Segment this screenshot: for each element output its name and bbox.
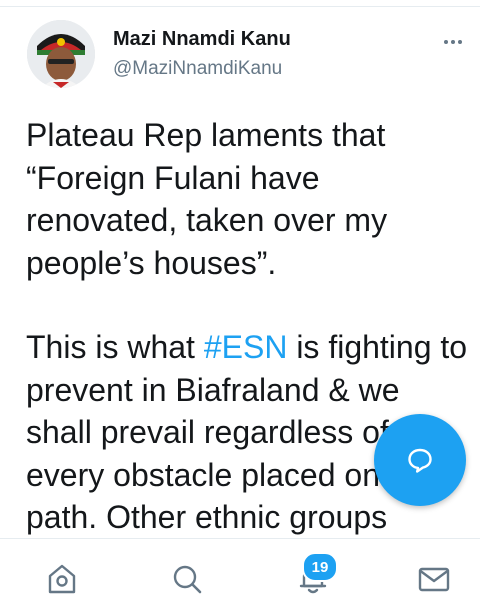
more-dot [458, 40, 462, 44]
bottom-navigation: 19 [0, 538, 480, 616]
compose-reply-icon [408, 448, 432, 473]
home-icon-glyph [48, 564, 76, 594]
more-dot [444, 40, 448, 44]
top-divider [0, 0, 480, 7]
avatar[interactable] [27, 20, 95, 88]
search-icon-glyph [173, 565, 202, 594]
avatar-image [27, 20, 95, 88]
search-icon[interactable] [167, 559, 207, 599]
envelope-icon [418, 567, 450, 592]
more-options-icon[interactable] [438, 30, 468, 54]
home-icon[interactable] [42, 559, 82, 599]
compose-reply-button[interactable] [374, 414, 466, 506]
display-name[interactable]: Mazi Nnamdi Kanu [113, 28, 291, 51]
notifications-badge[interactable]: 19 [302, 552, 338, 582]
tweet-paragraph: Plateau Rep laments that “Foreign Fulani… [26, 117, 388, 281]
user-handle[interactable]: @MaziNnamdiKanu [113, 58, 282, 80]
more-dot [451, 40, 455, 44]
hashtag-link[interactable]: #ESN [204, 329, 288, 365]
tweet-header: Mazi Nnamdi Kanu @MaziNnamdiKanu [0, 18, 480, 98]
tweet-text-segment: This is what [26, 329, 204, 365]
messages-icon[interactable] [414, 559, 454, 599]
